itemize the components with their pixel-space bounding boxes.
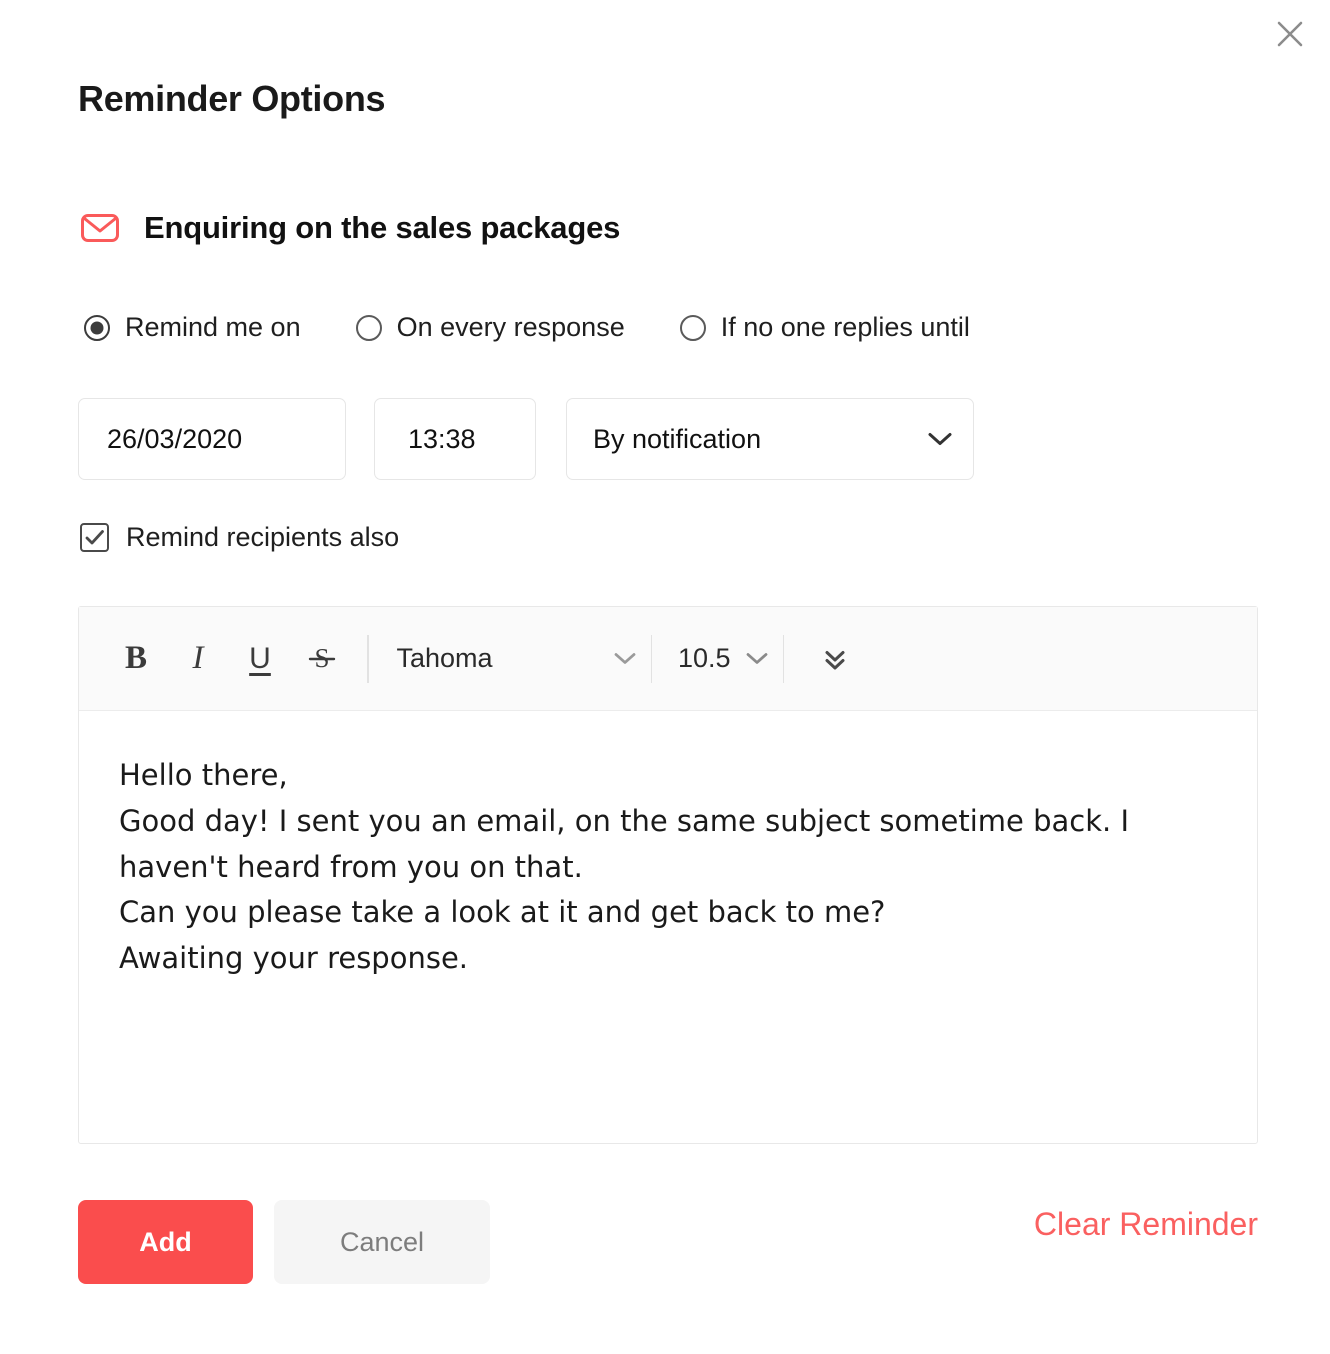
dialog-footer: Add Cancel Clear Reminder	[78, 1200, 1258, 1284]
font-family-value: Tahoma	[396, 643, 493, 673]
schedule-row: 26/03/2020 13:38 By notification	[78, 398, 974, 480]
bold-button[interactable]: B	[105, 628, 167, 690]
radio-if-no-one-replies-until[interactable]: If no one replies until	[679, 312, 970, 343]
more-formatting-options-button[interactable]	[804, 628, 866, 690]
chevron-down-icon	[614, 653, 635, 664]
close-button[interactable]	[1264, 8, 1316, 60]
envelope-icon	[81, 214, 119, 242]
page-title: Reminder Options	[78, 78, 386, 119]
font-size-select[interactable]: 10.5	[666, 628, 769, 690]
underline-button[interactable]: U	[229, 628, 291, 690]
radio-label-remind-me-on: Remind me on	[125, 312, 301, 342]
clear-reminder-button[interactable]: Clear Reminder	[1034, 1206, 1258, 1243]
chevron-down-icon	[928, 433, 952, 445]
font-family-select[interactable]: Tahoma	[383, 628, 637, 690]
remind-recipients-label: Remind recipients also	[126, 522, 400, 552]
editor-toolbar: B I U S Tahoma 10.5	[79, 607, 1257, 711]
remind-recipients-checkbox[interactable]: Remind recipients also	[80, 522, 399, 553]
notification-method-select[interactable]: By notification	[566, 398, 974, 480]
radio-label-on-every-response: On every response	[396, 312, 625, 342]
checkbox-indicator[interactable]	[80, 523, 109, 552]
radio-indicator-remind-me-on[interactable]	[84, 314, 110, 341]
strikethrough-button[interactable]: S	[291, 628, 353, 690]
radio-label-if-no-one-replies-until: If no one replies until	[720, 312, 970, 342]
close-icon	[1277, 21, 1303, 47]
reminder-message-editor: B I U S Tahoma 10.5	[78, 606, 1258, 1144]
radio-on-every-response[interactable]: On every response	[355, 312, 625, 343]
subject-text: Enquiring on the sales packages	[144, 210, 621, 245]
chevron-down-icon	[746, 653, 767, 664]
time-input[interactable]: 13:38	[374, 398, 536, 480]
font-size-value: 10.5	[678, 643, 731, 673]
strikethrough-icon: S	[308, 643, 336, 673]
notification-method-value: By notification	[593, 423, 762, 454]
reminder-mode-group: Remind me on On every response If no one…	[84, 312, 970, 343]
cancel-button[interactable]: Cancel	[274, 1200, 490, 1284]
radio-indicator-if-no-one-replies-until[interactable]	[679, 314, 706, 341]
italic-button[interactable]: I	[167, 628, 229, 690]
radio-remind-me-on[interactable]: Remind me on	[84, 312, 301, 343]
radio-indicator-on-every-response[interactable]	[355, 314, 382, 341]
reminder-message-body[interactable]: Hello there, Good day! I sent you an ema…	[79, 711, 1257, 1143]
double-chevron-down-icon	[825, 650, 845, 669]
date-input[interactable]: 26/03/2020	[78, 398, 346, 480]
check-icon	[85, 530, 104, 545]
toolbar-divider	[367, 634, 369, 683]
add-button[interactable]: Add	[78, 1200, 253, 1284]
toolbar-divider	[782, 634, 785, 683]
toolbar-divider	[650, 634, 652, 683]
subject-row: Enquiring on the sales packages	[78, 206, 620, 250]
